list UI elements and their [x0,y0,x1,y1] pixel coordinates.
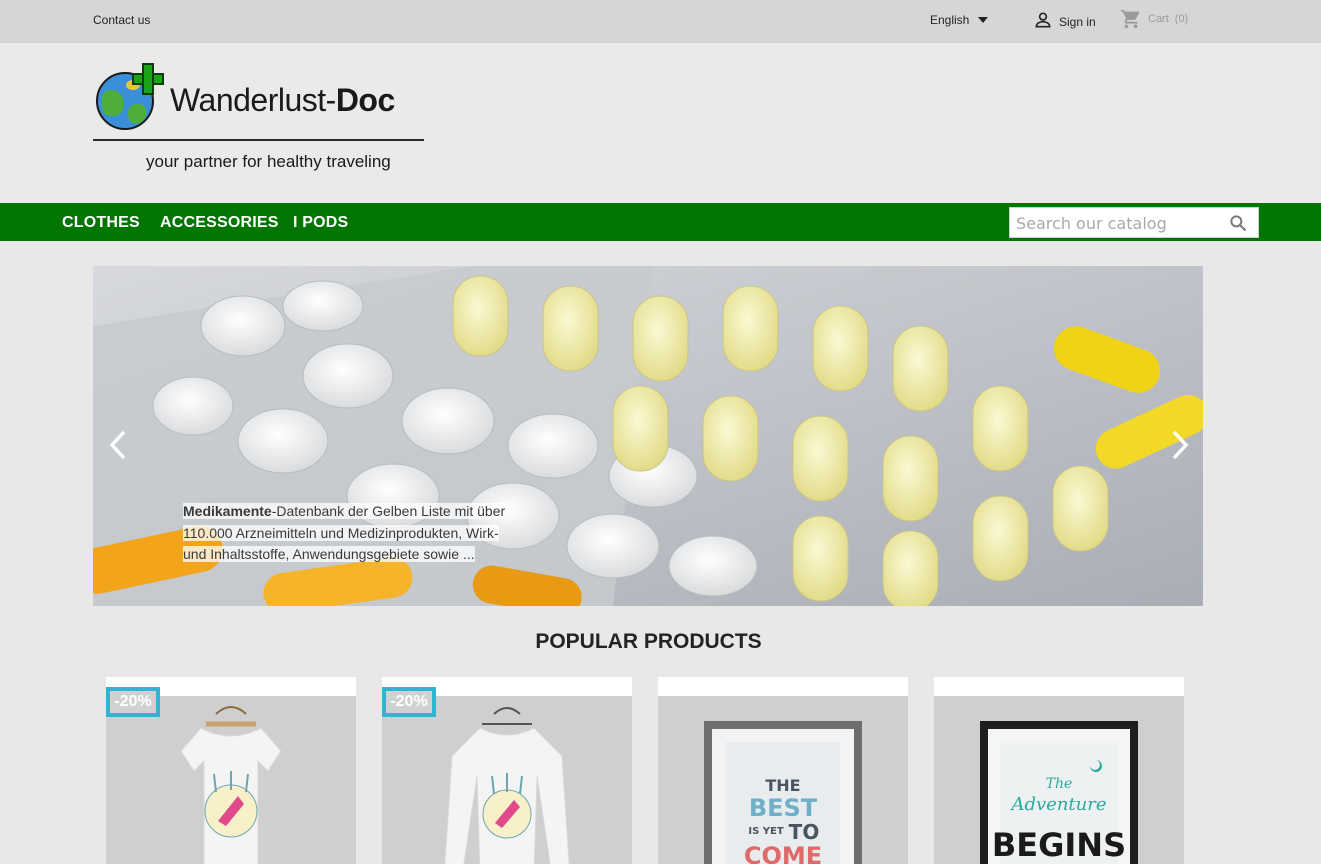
slider-next-arrow-icon[interactable] [1169,428,1191,462]
search-box [1009,207,1259,238]
poster1-line4: TO [789,820,820,844]
search-icon[interactable] [1228,213,1248,233]
logo-name-part1: Wanderlust- [170,82,336,118]
poster2-line3: BEGINS [992,826,1126,864]
hero-slider[interactable]: Medikamente-Datenbank der Gelben Liste m… [93,266,1203,606]
sweater-image [382,696,632,864]
language-selector[interactable]: English [930,13,989,27]
nav-item-accessories[interactable]: ACCESSORIES [160,214,279,232]
sign-in-label: Sign in [1059,14,1096,29]
product-image[interactable]: THE BEST IS YET TO COME [658,696,908,864]
poster2-line1: The [1046,776,1073,792]
poster1-line1: THE [765,776,800,795]
poster1-line3: IS YET [748,826,783,837]
site-logo[interactable]: Wanderlust-Doc your partner for healthy … [93,60,425,178]
logo-name-part2: Doc [335,82,395,118]
poster1-line5: COME [744,842,822,864]
discount-label: -20% [386,691,432,713]
product-card[interactable]: The Adventure BEGINS [934,677,1184,864]
poster1-line2: BEST [749,794,818,822]
product-image[interactable] [106,696,356,864]
poster2-line2: Adventure [1009,794,1106,815]
discount-label: -20% [110,691,156,713]
logo-tagline: your partner for healthy traveling [146,152,391,171]
nav-item-clothes[interactable]: CLOTHES [62,214,140,232]
chevron-down-icon [978,17,989,23]
cart-count: (0) [1174,13,1189,25]
product-card[interactable]: THE BEST IS YET TO COME [658,677,908,864]
sign-in-button[interactable]: Sign in [1033,10,1096,30]
product-image[interactable] [382,696,632,864]
product-image[interactable]: The Adventure BEGINS [934,696,1184,864]
main-nav: CLOTHES ACCESSORIES I PODS [0,203,1321,241]
discount-badge: -20% [106,687,160,717]
cart-icon [1120,9,1140,29]
poster-image: THE BEST IS YET TO COME [658,696,908,864]
discount-badge: -20% [382,687,436,717]
nav-item-ipods[interactable]: I PODS [293,214,348,232]
user-icon [1035,12,1051,28]
cart-label: Cart [1148,13,1169,25]
popular-products-title: POPULAR PRODUCTS [535,630,762,653]
slider-prev-arrow-icon[interactable] [107,428,129,462]
slide-caption: Medikamente-Datenbank der Gelben Liste m… [183,501,513,566]
product-card[interactable]: -20% [382,677,632,864]
search-input[interactable] [1016,211,1221,235]
tshirt-image [106,696,356,864]
contact-us-link[interactable]: Contact us [93,13,150,27]
language-label: English [930,13,970,27]
product-card[interactable]: -20% [106,677,356,864]
logo-divider [93,139,424,141]
top-bar: Contact us English Sign in Cart (0) [0,0,1321,43]
poster-image: The Adventure BEGINS [934,696,1184,864]
header: Wanderlust-Doc your partner for healthy … [0,43,1321,203]
cart-button[interactable]: Cart (0) [1120,8,1188,30]
caption-bold: Medikamente [183,503,272,519]
logo-name: Wanderlust-Doc [170,82,395,119]
